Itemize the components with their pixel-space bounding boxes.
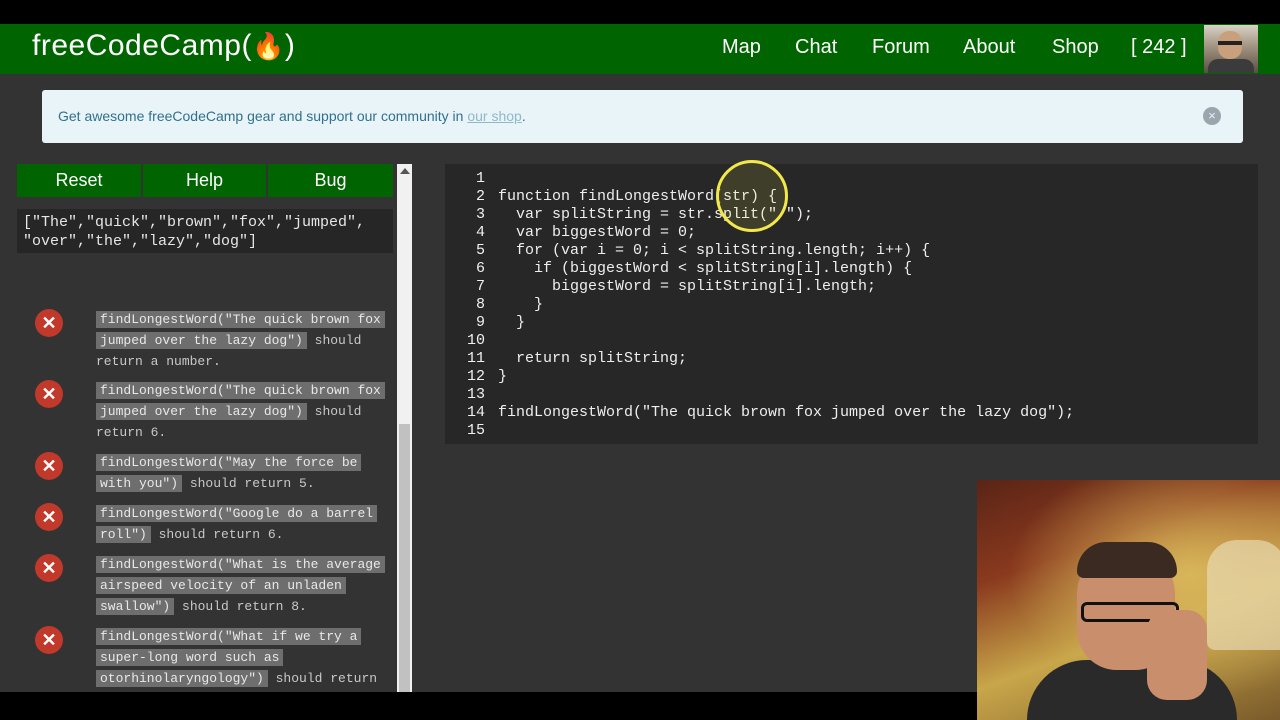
line-number: 13 [466,386,485,403]
test-text: findLongestWord("What is the average air… [96,554,386,617]
code-text: findLongestWord("The quick brown fox jum… [498,404,1075,421]
avatar-shirt [1208,59,1254,73]
line-number: 3 [475,206,485,223]
output-line: "over","the","lazy","dog"] [23,233,258,250]
mouse-cursor-highlight [716,160,788,232]
webcam-lamp [1207,540,1280,650]
fail-icon: ✕ [35,626,63,654]
shop-banner: Get awesome freeCodeCamp gear and suppor… [42,90,1243,143]
brand-text: freeCodeCamp( [32,29,252,62]
code-text: for (var i = 0; i < splitString.length; … [498,242,931,259]
line-number: 14 [466,404,485,421]
help-button[interactable]: Help [143,164,266,197]
nav-chat[interactable]: Chat [795,36,837,59]
avatar[interactable] [1204,25,1258,73]
test-text: findLongestWord("The quick brown fox jum… [96,309,386,372]
test-text: findLongestWord("May the force be with y… [96,452,386,494]
code-text: var biggestWord = 0; [498,224,697,241]
line-number: 10 [466,332,485,349]
line-number: 7 [475,278,485,295]
output-line: ["The","quick","brown","fox","jumped", [23,214,366,231]
code-text: return splitString; [498,350,688,367]
flame-icon: 🔥 [251,31,285,61]
output-console: ["The","quick","brown","fox","jumped", "… [17,209,393,253]
code-editor[interactable]: 1 2 function findLongestWord(str) { 3 var… [445,164,1258,444]
test-text: findLongestWord("The quick brown fox jum… [96,380,386,443]
fail-icon: ✕ [35,380,63,408]
line-number: 11 [466,350,485,367]
nav-map[interactable]: Map [722,36,761,59]
code-text: biggestWord = splitString[i].length; [498,278,877,295]
line-number: 4 [475,224,485,241]
scroll-up-arrow-icon[interactable] [400,168,410,174]
line-number: 9 [475,314,485,331]
banner-shop-link[interactable]: our shop [467,108,521,124]
line-number: 1 [475,170,485,187]
test-text: findLongestWord("Google do a barrel roll… [96,503,386,545]
reset-button[interactable]: Reset [17,164,141,197]
scrollbar-thumb[interactable] [399,424,410,692]
avatar-face [1218,31,1242,59]
banner-message: Get awesome freeCodeCamp gear and suppor… [58,108,526,124]
avatar-glasses [1218,41,1242,45]
webcam-person-hand [1147,610,1207,700]
test-desc: should return 8. [174,599,307,614]
fail-icon: ✕ [35,503,63,531]
code-text: } [498,296,544,313]
line-number: 2 [475,188,485,205]
navbar: freeCodeCamp(🔥) Map Chat Forum About Sho… [0,24,1280,74]
line-number: 6 [475,260,485,277]
brand-close: ) [284,29,296,62]
code-text: } [498,368,508,385]
nav-forum[interactable]: Forum [872,36,930,59]
line-number: 5 [475,242,485,259]
test-text: findLongestWord("What if we try a super-… [96,626,386,689]
line-number: 12 [466,368,485,385]
fail-icon: ✕ [35,452,63,480]
webcam-overlay [977,480,1280,720]
close-icon[interactable]: × [1203,107,1221,125]
nav-about[interactable]: About [963,36,1015,59]
brand-logo[interactable]: freeCodeCamp(🔥) [32,29,295,63]
banner-text: Get awesome freeCodeCamp gear and suppor… [58,108,468,124]
line-number: 15 [466,422,485,439]
nav-shop[interactable]: Shop [1052,36,1099,59]
code-text: if (biggestWord < splitString[i].length)… [498,260,913,277]
test-desc: should return 6. [150,527,284,542]
code-text: } [498,314,526,331]
left-panel-scrollbar[interactable] [397,164,412,692]
test-desc: should return [267,671,378,686]
fail-icon: ✕ [35,554,63,582]
points-counter[interactable]: [ 242 ] [1131,36,1187,59]
line-number: 8 [475,296,485,313]
fail-icon: ✕ [35,309,63,337]
webcam-person-hair [1077,542,1177,578]
test-desc: should return 5. [182,476,315,491]
bug-button[interactable]: Bug [268,164,393,197]
banner-tail: . [521,108,526,124]
